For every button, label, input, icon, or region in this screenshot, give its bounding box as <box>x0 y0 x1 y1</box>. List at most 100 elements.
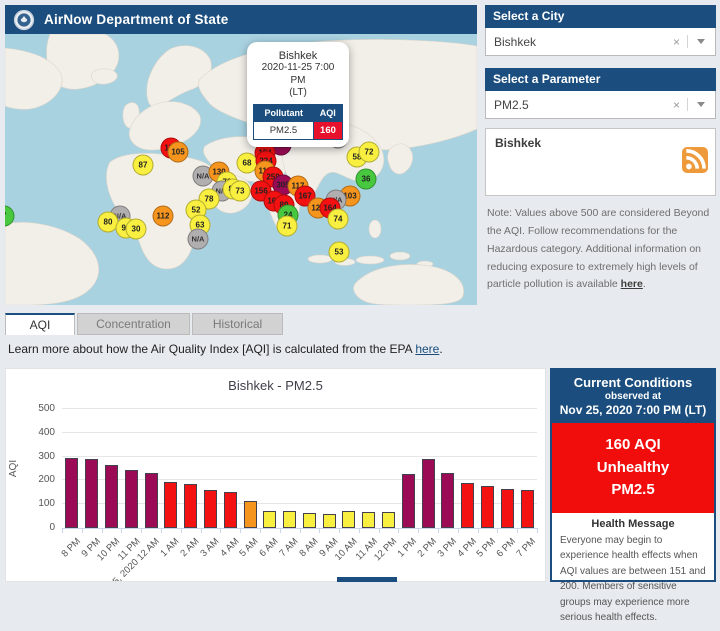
chart-bar[interactable] <box>323 514 336 528</box>
chart-x-tick-label: 6 AM <box>257 536 280 559</box>
popup-aqi-header: AQI <box>313 104 342 121</box>
chart-x-tick-label: 5 AM <box>238 536 261 559</box>
chart-x-tick-label: 4 AM <box>218 536 241 559</box>
map-marker[interactable]: 30 <box>126 219 147 240</box>
city-feed-box: Bishkek <box>485 128 716 196</box>
chart-x-tick-mark <box>260 528 261 533</box>
chart-bar[interactable] <box>204 490 217 528</box>
map-marker[interactable]: 105 <box>168 142 189 163</box>
rss-feed-icon[interactable] <box>682 147 708 173</box>
chart-bar[interactable] <box>164 482 177 528</box>
chart-y-tick-label: 400 <box>25 427 55 438</box>
tab-historical[interactable]: Historical <box>192 313 283 335</box>
chart-x-tick-mark <box>379 528 380 533</box>
chart-bar[interactable] <box>283 511 296 528</box>
chart-plot-area: 01002003004005008 PM9 PM10 PM11 PMNov 25… <box>62 409 537 529</box>
chart-x-tick-mark <box>280 528 281 533</box>
chart-x-tick-label: 7 PM <box>514 536 537 559</box>
chart-bar[interactable] <box>362 512 375 528</box>
map-marker[interactable]: 71 <box>277 216 298 237</box>
map-popup: Bishkek 2020-11-25 7:00 PM (LT) Pollutan… <box>247 42 349 147</box>
chart-bar[interactable] <box>65 458 78 528</box>
chart-x-tick-label: 8 AM <box>297 536 320 559</box>
chart-x-tick-label: 1 AM <box>159 536 182 559</box>
learn-more-here-link[interactable]: here <box>415 342 439 356</box>
chart-bar[interactable] <box>105 465 118 528</box>
chart-y-tick-label: 0 <box>25 522 55 533</box>
chart-bar[interactable] <box>501 489 514 528</box>
popup-pollutant-header: Pollutant <box>254 104 314 121</box>
learn-more-text: Learn more about how the Air Quality Ind… <box>8 342 443 356</box>
map-marker[interactable]: 74 <box>328 209 349 230</box>
health-message-title: Health Message <box>560 518 706 530</box>
popup-pollutant-value: PM2.5 <box>254 121 314 139</box>
city-clear-icon[interactable]: × <box>666 35 687 49</box>
popup-aqi-value: 160 <box>313 121 342 139</box>
parameter-select-value: PM2.5 <box>494 98 529 112</box>
chart-y-tick-label: 100 <box>25 498 55 509</box>
chart-bar[interactable] <box>521 490 534 528</box>
parameter-dropdown-arrow-icon[interactable] <box>687 98 709 111</box>
map-marker[interactable]: N/A <box>188 229 209 250</box>
aqi-note: Note: Values above 500 are considered Be… <box>487 205 715 294</box>
chart-bar[interactable] <box>382 512 395 528</box>
chart-bar[interactable] <box>303 513 316 528</box>
chart-bar[interactable] <box>224 492 237 528</box>
popup-lt: (LT) <box>289 87 307 98</box>
chart-bar[interactable] <box>461 483 474 528</box>
current-conditions-panel: Current Conditions observed at Nov 25, 2… <box>550 368 716 582</box>
note-here-link[interactable]: here <box>621 278 643 290</box>
chart-bar[interactable] <box>441 473 454 528</box>
popup-city: Bishkek <box>253 50 343 62</box>
chart-x-tick-mark <box>201 528 202 533</box>
chart-bar[interactable] <box>402 474 415 528</box>
health-message-text: Everyone may begin to experience health … <box>560 533 706 626</box>
chart-y-tick-label: 300 <box>25 451 55 462</box>
cc-datetime: Nov 25, 2020 7:00 PM (LT) <box>554 403 712 417</box>
select-parameter-header: Select a Parameter <box>485 68 716 91</box>
tab-aqi[interactable]: AQI <box>5 313 75 335</box>
cc-title: Current Conditions <box>554 375 712 390</box>
chart-bar[interactable] <box>342 511 355 528</box>
chart-bar[interactable] <box>481 486 494 528</box>
footer-peek <box>337 577 397 582</box>
chart-x-tick-label: 2 PM <box>415 536 438 559</box>
map-marker[interactable]: 73 <box>230 181 251 202</box>
cc-observed-at: observed at <box>554 391 712 402</box>
chart-x-tick-label: 4 PM <box>455 536 478 559</box>
chart-x-tick-mark <box>240 528 241 533</box>
chart-bar[interactable] <box>422 459 435 528</box>
parameter-select[interactable]: PM2.5 × <box>485 91 716 119</box>
chart-bar[interactable] <box>85 459 98 528</box>
city-select[interactable]: Bishkek × <box>485 28 716 56</box>
parameter-clear-icon[interactable]: × <box>666 98 687 112</box>
select-city-header: Select a City <box>485 5 716 28</box>
map-marker[interactable]: 53 <box>329 242 350 263</box>
chart-x-tick-mark <box>121 528 122 533</box>
chart-bar[interactable] <box>145 473 158 528</box>
chart-bar[interactable] <box>184 484 197 528</box>
city-dropdown-arrow-icon[interactable] <box>687 35 709 48</box>
map-marker[interactable]: 36 <box>356 169 377 190</box>
chart-x-tick-mark <box>181 528 182 533</box>
tab-concentration[interactable]: Concentration <box>77 313 190 335</box>
world-aqi-map[interactable]: 787152105N/A1306873N/A88737852N/A8091301… <box>5 34 477 305</box>
chart-x-tick-mark <box>398 528 399 533</box>
map-marker[interactable]: 87 <box>133 155 154 176</box>
chart-x-tick-mark <box>359 528 360 533</box>
sidebar: Select a City Bishkek × Select a Paramet… <box>485 5 716 305</box>
chart-bar[interactable] <box>263 511 276 528</box>
chart-x-tick-label: 5 PM <box>475 536 498 559</box>
note-text: Note: Values above 500 are considered Be… <box>487 207 709 290</box>
chart-bar[interactable] <box>125 470 138 528</box>
chart-x-tick-label: 8 PM <box>59 536 82 559</box>
cc-aqi-value: 160 AQI <box>554 434 712 457</box>
chart-x-tick-label: 3 PM <box>435 536 458 559</box>
chart-x-tick-mark <box>319 528 320 533</box>
chart-x-tick-label: 1 PM <box>396 536 419 559</box>
map-marker[interactable]: 112 <box>153 206 174 227</box>
chart-bar[interactable] <box>244 501 257 528</box>
chart-y-axis-label: AQI <box>8 460 19 477</box>
chart-x-tick-mark <box>220 528 221 533</box>
map-marker[interactable]: 72 <box>359 142 380 163</box>
